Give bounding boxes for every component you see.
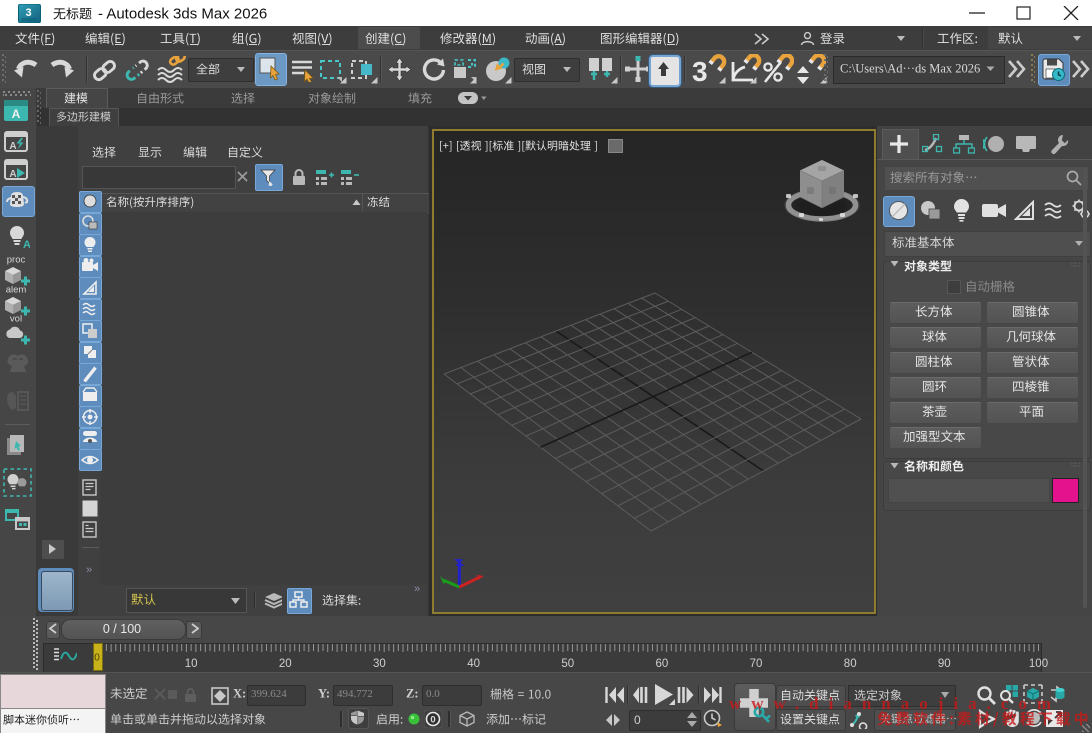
svg-text:A: A: [9, 169, 16, 180]
svg-text:A: A: [9, 141, 16, 152]
svg-text:3: 3: [25, 7, 31, 19]
svg-text:A: A: [23, 239, 30, 250]
svg-text:70: 70: [750, 658, 763, 670]
svg-text:20: 20: [279, 658, 292, 670]
svg-text:0: 0: [430, 715, 435, 726]
svg-text:50: 50: [561, 658, 574, 670]
svg-text:30: 30: [373, 658, 386, 670]
svg-text:A: A: [12, 107, 21, 121]
svg-text:3: 3: [692, 56, 708, 84]
svg-text:100: 100: [1029, 658, 1048, 670]
svg-text:90: 90: [938, 658, 951, 670]
svg-text:80: 80: [844, 658, 857, 670]
svg-text:40: 40: [467, 658, 480, 670]
svg-text:10: 10: [185, 658, 198, 670]
svg-text:60: 60: [656, 658, 669, 670]
